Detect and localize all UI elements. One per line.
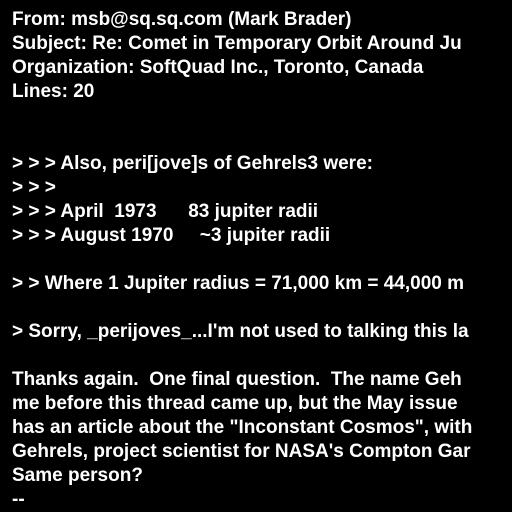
quoted-line: > > > <box>12 177 56 198</box>
quoted-line: > > > April 1973 83 jupiter radii <box>12 201 319 222</box>
message-view: From: msb@sq.sq.com (Mark Brader) Subjec… <box>0 0 512 512</box>
header-subject: Subject: Re: Comet in Temporary Orbit Ar… <box>12 33 462 54</box>
header-organization: Organization: SoftQuad Inc., Toronto, Ca… <box>12 57 424 78</box>
body-line: me before this thread came up, but the M… <box>12 393 458 414</box>
body-line: has an article about the "Inconstant Cos… <box>12 417 473 438</box>
body-line: Thanks again. One final question. The na… <box>12 369 462 390</box>
header-from: From: msb@sq.sq.com (Mark Brader) <box>12 9 352 30</box>
quoted-line: > Sorry, _perijoves_...I'm not used to t… <box>12 321 469 342</box>
signature-separator: -- <box>12 489 25 510</box>
header-lines: Lines: 20 <box>12 81 95 102</box>
body-line: Same person? <box>12 465 143 486</box>
quoted-line: > > > Also, peri[jove]s of Gehrels3 were… <box>12 153 373 174</box>
body-line: Gehrels, project scientist for NASA's Co… <box>12 441 471 462</box>
quoted-line: > > > August 1970 ~3 jupiter radii <box>12 225 331 246</box>
quoted-line: > > Where 1 Jupiter radius = 71,000 km =… <box>12 273 465 294</box>
